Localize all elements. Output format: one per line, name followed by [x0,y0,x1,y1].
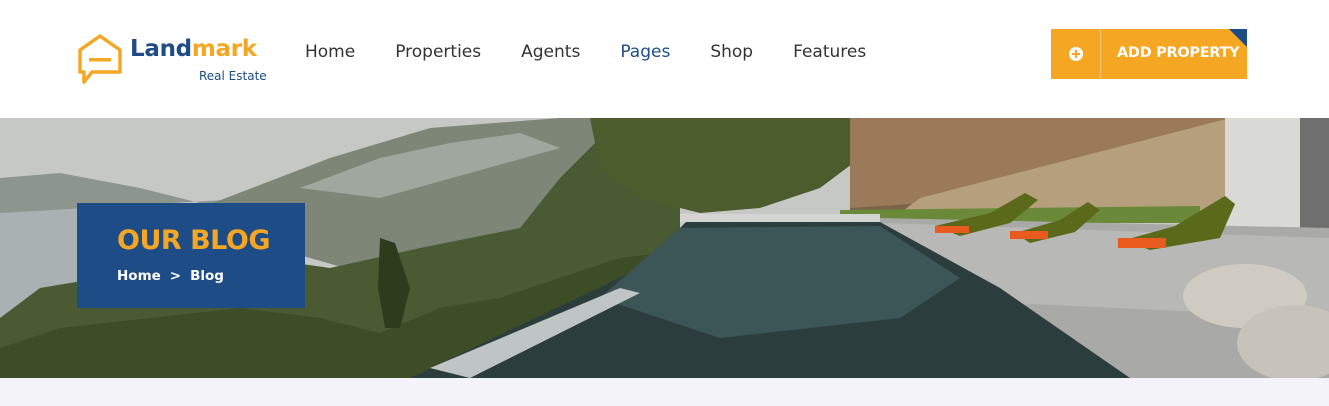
page-title: OUR BLOG [117,225,271,256]
page-title-box: OUR BLOG Home > Blog [77,203,305,308]
breadcrumb: Home > Blog [117,268,224,284]
nav-item-features[interactable]: Features [793,42,866,66]
brand-name: Landmark [130,36,257,62]
nav-item-properties[interactable]: Properties [395,42,481,66]
main-nav: Home Properties Agents Pages Shop Featur… [305,42,866,66]
add-property-label: ADD PROPERTY [1117,45,1240,61]
content-band [0,378,1329,406]
add-property-button[interactable]: ADD PROPERTY [1051,29,1247,79]
nav-item-agents[interactable]: Agents [521,42,580,66]
site-header: Landmark Real Estate Home Properties Age… [0,0,1329,118]
corner-accent [1229,29,1247,47]
breadcrumb-current: Blog [190,268,224,284]
breadcrumb-home-link[interactable]: Home [117,268,161,284]
nav-item-pages[interactable]: Pages [620,42,670,66]
brand-tagline: Real Estate [199,69,267,83]
house-logo-icon [78,34,122,84]
nav-item-home[interactable]: Home [305,42,355,66]
brand-logo[interactable]: Landmark Real Estate [76,30,276,86]
nav-item-shop[interactable]: Shop [710,42,753,66]
plus-circle-icon [1068,47,1083,61]
breadcrumb-separator-icon: > [169,268,182,284]
